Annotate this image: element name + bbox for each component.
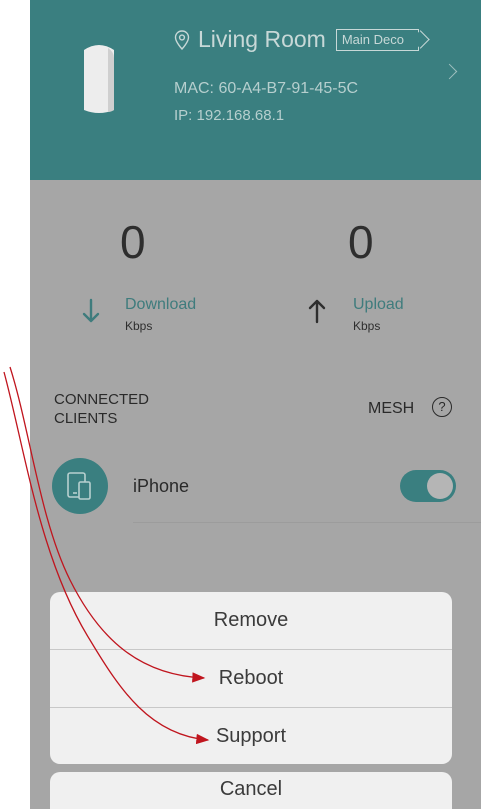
download-label: Download: [125, 296, 197, 313]
client-row[interactable]: iPhone: [30, 450, 481, 522]
arrow-down-icon: [82, 298, 100, 323]
device-header[interactable]: Living Room Main Deco MAC: 60-A4-B7-91-4…: [30, 0, 481, 180]
remove-button[interactable]: Remove: [50, 592, 452, 649]
main-deco-badge: Main Deco: [335, 28, 419, 51]
client-name: iPhone: [133, 476, 190, 496]
ip-address: IP: 192.168.68.1: [174, 107, 285, 124]
help-icon[interactable]: ?: [432, 397, 452, 417]
connected-clients-title: CONNECTED CLIENTS: [54, 391, 150, 427]
upload-label: Upload: [353, 296, 404, 313]
reboot-button[interactable]: Reboot: [50, 650, 452, 707]
arrow-up-icon: [308, 299, 326, 324]
toggle-knob: [427, 473, 453, 499]
mac-address: MAC: 60-A4-B7-91-45-5C: [174, 80, 359, 97]
chevron-right-icon[interactable]: [441, 63, 458, 80]
client-mesh-toggle[interactable]: [400, 470, 456, 502]
support-button[interactable]: Support: [50, 708, 452, 764]
download-unit: Kbps: [125, 319, 153, 333]
action-sheet: Remove Reboot Support: [50, 592, 452, 764]
location-pin-icon: [174, 29, 190, 50]
client-avatar: [52, 458, 108, 514]
device-icon: [67, 472, 91, 500]
device-detail-screen: Living Room Main Deco MAC: 60-A4-B7-91-4…: [30, 0, 481, 809]
divider: [133, 522, 481, 523]
deco-device-image: [84, 45, 114, 113]
upload-unit: Kbps: [353, 319, 381, 333]
location-row: Living Room Main Deco: [174, 26, 419, 53]
mesh-label: MESH: [368, 400, 415, 417]
location-title: Living Room: [198, 26, 326, 52]
upload-value: 0: [348, 216, 374, 268]
cancel-button[interactable]: Cancel: [50, 772, 452, 809]
download-value: 0: [120, 216, 146, 268]
